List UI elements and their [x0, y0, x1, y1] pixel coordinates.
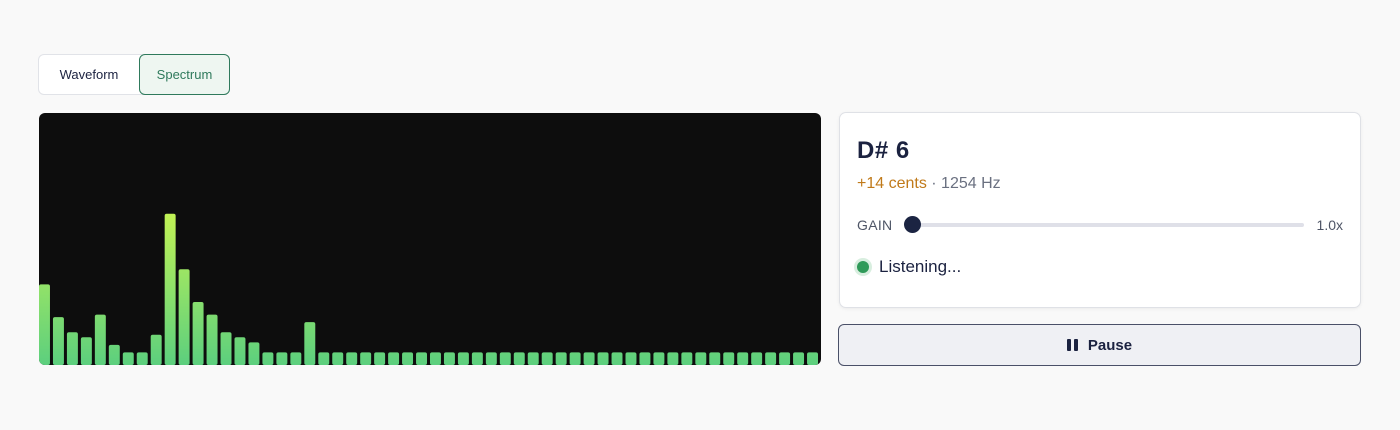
- tuner-app: Waveform Spectrum D# 6 +14 cents · 1254 …: [0, 0, 1400, 430]
- spectrum-bar: [653, 352, 665, 365]
- spectrum-bar: [695, 352, 707, 365]
- spectrum-bar: [793, 352, 805, 365]
- spectrum-bar: [555, 352, 567, 365]
- spectrum-bar: [374, 352, 386, 365]
- cents-offset: +14 cents: [857, 175, 927, 192]
- spectrum-bar: [485, 352, 497, 365]
- spectrum-bar: [807, 352, 818, 365]
- spectrum-bar: [248, 342, 260, 365]
- spectrum-bar: [332, 352, 344, 365]
- spectrum-bar: [66, 332, 78, 365]
- spectrum-bar: [499, 352, 511, 365]
- spectrum-bar: [751, 352, 763, 365]
- gain-slider-track[interactable]: [912, 223, 1304, 227]
- frequency-readout: 1254 Hz: [941, 175, 1001, 192]
- spectrum-bar: [136, 352, 148, 365]
- spectrum-bar: [220, 332, 232, 365]
- spectrum-bar: [39, 284, 50, 365]
- spectrum-bar: [723, 352, 735, 365]
- spectrum-bar: [94, 314, 106, 365]
- status-text: Listening...: [879, 257, 962, 276]
- spectrum-bar: [276, 352, 288, 365]
- pause-button[interactable]: Pause: [838, 324, 1361, 366]
- spectrum-bar: [457, 352, 469, 365]
- spectrum-bar: [304, 322, 316, 365]
- gain-value: 1.0x: [1316, 217, 1343, 233]
- gain-label: GAIN: [857, 217, 893, 233]
- spectrum-bar: [178, 269, 190, 365]
- spectrum-bar: [416, 352, 427, 365]
- pause-label: Pause: [1087, 336, 1133, 354]
- spectrum-bar: [388, 352, 400, 365]
- spectrum-bar: [360, 352, 372, 365]
- meta-separator: ·: [926, 175, 942, 192]
- spectrum-bar: [569, 352, 581, 365]
- spectrum-bar: [122, 352, 134, 365]
- spectrum-bar: [765, 352, 777, 365]
- spectrum-bar: [234, 337, 246, 365]
- spectrum-bar: [402, 352, 414, 365]
- spectrum-bar: [779, 352, 791, 365]
- spectrum-bar: [443, 352, 455, 365]
- spectrum-bar: [667, 352, 679, 365]
- spectrum-bar: [262, 352, 274, 365]
- spectrum-bar: [583, 352, 595, 365]
- spectrum-bar: [290, 352, 302, 365]
- spectrum-bar: [513, 352, 525, 365]
- pause-icon: [1066, 339, 1078, 351]
- spectrum-bar: [709, 352, 721, 365]
- spectrum-bar: [346, 352, 358, 365]
- spectrum-bar: [430, 352, 441, 365]
- detected-note: D# 6: [857, 137, 910, 164]
- status-dot-icon: [857, 261, 869, 273]
- spectrum-bar: [192, 302, 204, 365]
- spectrum-bar: [639, 352, 651, 365]
- pitch-card: D# 6 +14 cents · 1254 Hz GAIN 1.0x Liste…: [839, 112, 1361, 308]
- spectrum-bar: [527, 352, 539, 365]
- spectrum-bar: [318, 352, 330, 365]
- spectrum-bar: [681, 352, 693, 365]
- spectrum-bar: [611, 352, 623, 365]
- spectrum-bar: [80, 337, 92, 365]
- spectrum-chart: [39, 213, 818, 365]
- spectrum-bar: [52, 317, 64, 365]
- spectrum-bar: [150, 334, 162, 365]
- tab-spectrum[interactable]: Spectrum: [139, 54, 230, 95]
- spectrum-bar: [737, 352, 749, 365]
- listening-status: Listening...: [854, 257, 961, 277]
- tab-waveform[interactable]: Waveform: [39, 55, 139, 94]
- view-tabs: Waveform Spectrum: [38, 54, 230, 95]
- gain-slider-thumb[interactable]: [904, 216, 921, 233]
- spectrum-bar: [471, 352, 483, 365]
- spectrum-bar: [206, 314, 218, 365]
- spectrum-visualizer: [39, 113, 821, 365]
- spectrum-bar: [541, 352, 553, 365]
- spectrum-bar: [597, 352, 609, 365]
- spectrum-bar: [625, 352, 637, 365]
- spectrum-bar: [108, 344, 120, 365]
- pitch-details: +14 cents · 1254 Hz: [857, 175, 1001, 193]
- spectrum-bar: [164, 213, 176, 365]
